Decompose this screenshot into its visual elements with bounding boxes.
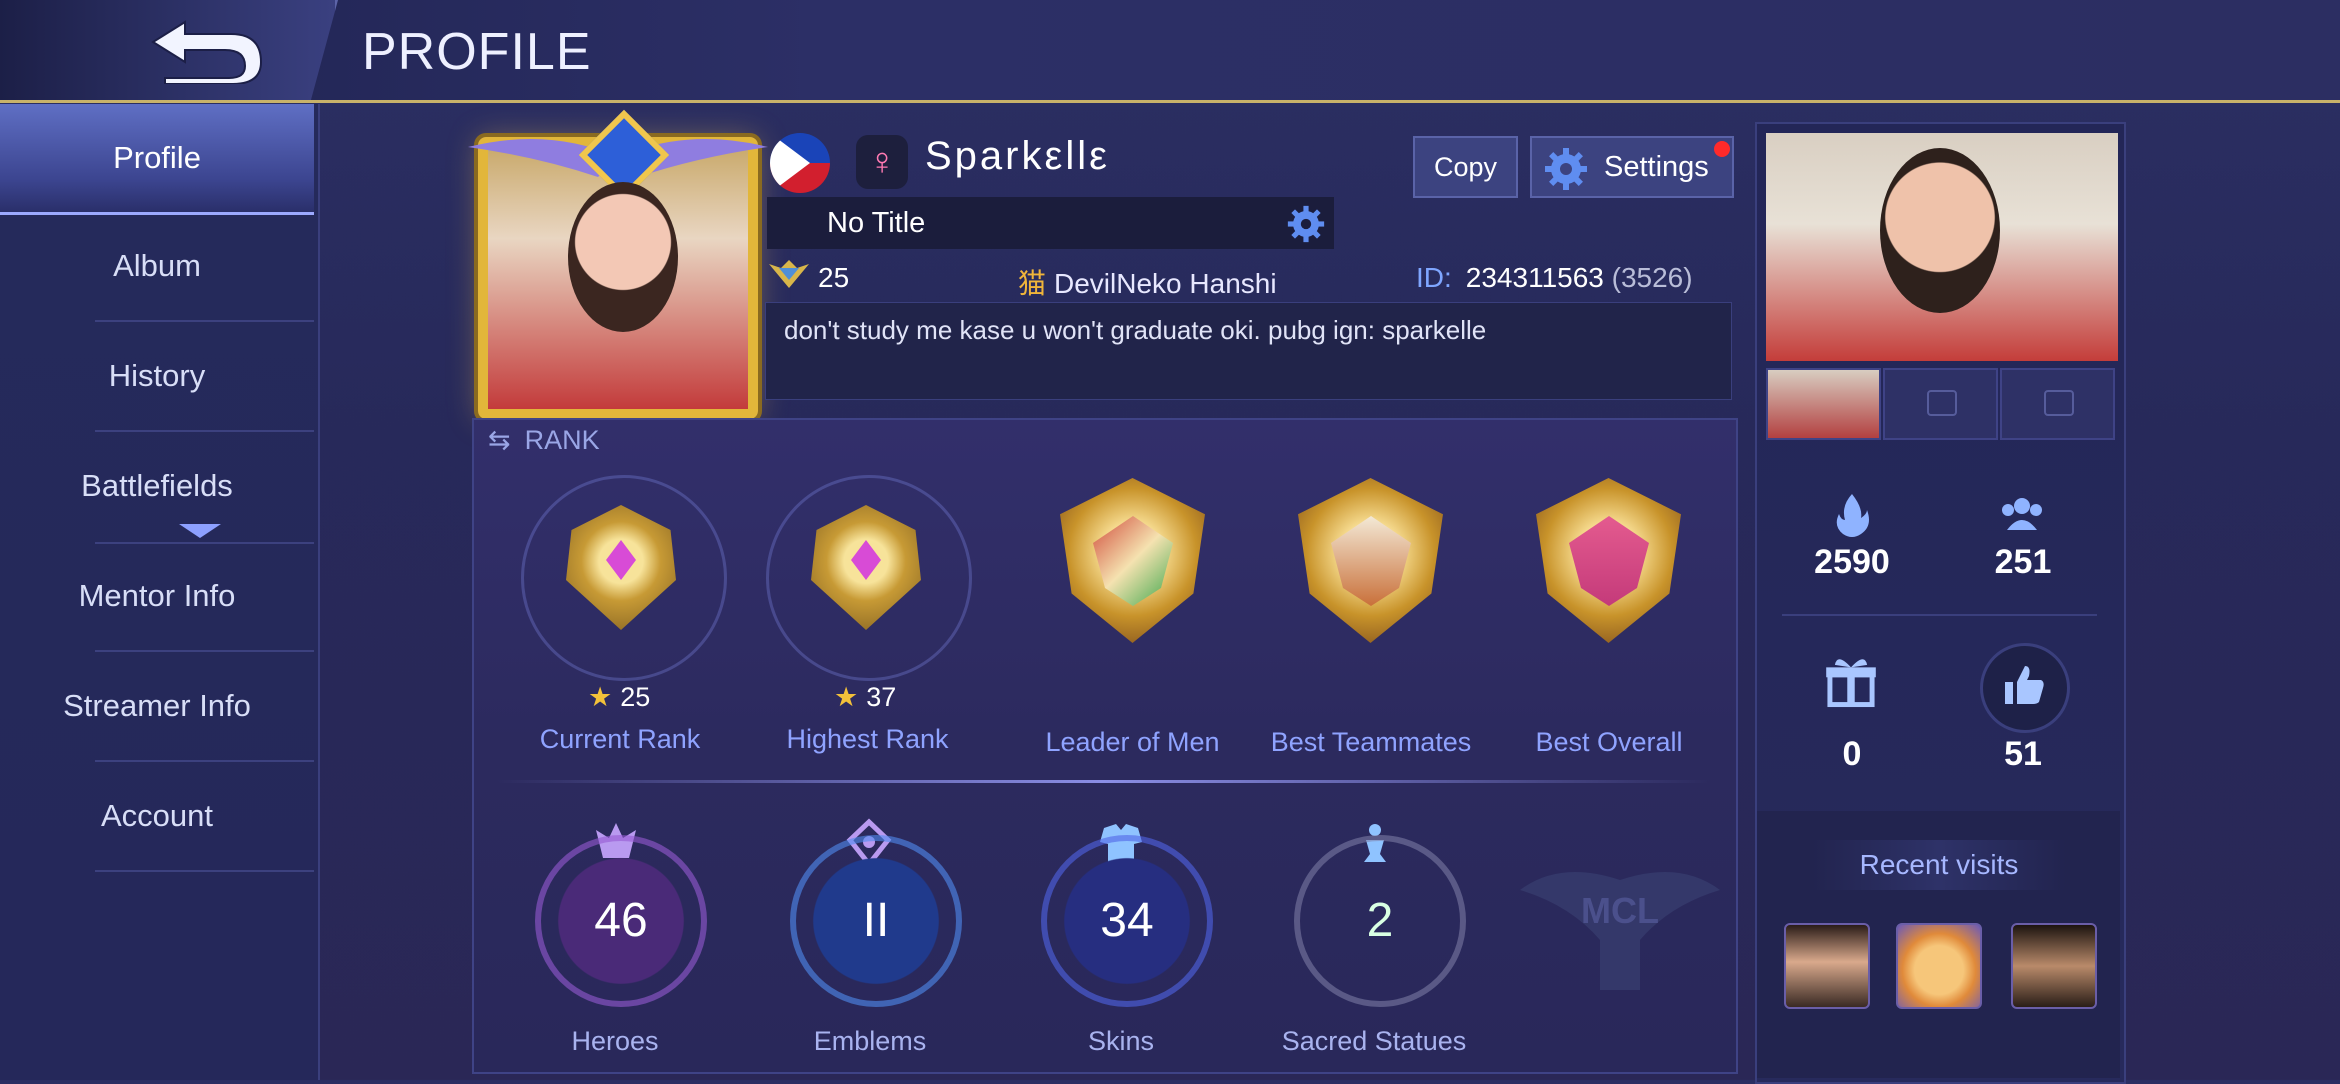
squad-tag: 猫 bbox=[1018, 268, 1047, 299]
star-icon: ★ bbox=[588, 682, 613, 712]
sacred-statues-caption: Sacred Statues bbox=[1281, 1026, 1467, 1056]
profile-photo-portrait bbox=[1880, 148, 2000, 313]
player-avatar[interactable] bbox=[468, 109, 768, 419]
copy-button[interactable]: Copy bbox=[1413, 136, 1518, 198]
page-title: PROFILE bbox=[362, 23, 592, 81]
notification-dot bbox=[1714, 141, 1730, 157]
swap-arrows-icon: ⇆ bbox=[488, 425, 511, 455]
likes-count: 51 bbox=[2004, 735, 2042, 773]
gear-icon bbox=[1545, 148, 1587, 190]
sidebar-item-history[interactable]: History bbox=[0, 322, 314, 430]
heroes-count: 46 bbox=[594, 894, 648, 947]
visitor-avatar[interactable] bbox=[1896, 923, 1982, 1009]
camera-icon bbox=[2044, 390, 2074, 416]
level-badge-icon bbox=[769, 260, 809, 288]
star-icon: ★ bbox=[834, 682, 859, 712]
country-flag-icon bbox=[770, 133, 830, 193]
best-teammates-badge[interactable] bbox=[1283, 478, 1458, 653]
emblems-count: II bbox=[862, 894, 890, 947]
panel-divider bbox=[1782, 614, 2097, 616]
sidebar-item-profile[interactable]: Profile bbox=[0, 104, 314, 215]
current-rank-caption: Current Rank bbox=[539, 724, 701, 754]
gift-icon[interactable] bbox=[1820, 650, 1882, 712]
player-name: Sparkεllε bbox=[925, 134, 1110, 178]
highest-rank-star-count: 37 bbox=[866, 682, 897, 712]
chevron-down-icon[interactable] bbox=[177, 522, 223, 540]
photo-thumbnail[interactable] bbox=[1766, 368, 1881, 440]
avatar-portrait bbox=[568, 182, 678, 332]
mcl-label: MCL bbox=[1581, 890, 1659, 931]
current-rank-medal[interactable] bbox=[521, 475, 727, 681]
best-overall-caption: Best Overall bbox=[1535, 727, 1683, 757]
sidebar-divider bbox=[95, 870, 314, 872]
best-teammates-caption: Best Teammates bbox=[1270, 727, 1472, 757]
sidebar-item-album[interactable]: Album bbox=[0, 212, 314, 320]
sacred-statues-stat[interactable]: 2 bbox=[1294, 835, 1466, 1007]
emblems-caption: Emblems bbox=[813, 1026, 927, 1056]
section-divider bbox=[494, 780, 1712, 783]
player-bio[interactable]: don't study me kase u won't graduate oki… bbox=[765, 302, 1732, 400]
server-zone: (3526) bbox=[1611, 262, 1693, 293]
player-title-field[interactable]: No Title bbox=[767, 197, 1334, 249]
player-id: 234311563 bbox=[1465, 262, 1604, 293]
player-title: No Title bbox=[827, 207, 926, 239]
heroes-caption: Heroes bbox=[571, 1026, 659, 1056]
skins-stat[interactable]: 34 bbox=[1041, 835, 1213, 1007]
player-level: 25 bbox=[818, 262, 850, 293]
rank-section-header[interactable]: ⇆ RANK bbox=[488, 425, 600, 456]
top-bar: PROFILE bbox=[0, 0, 2340, 103]
id-label: ID: bbox=[1416, 262, 1452, 293]
highest-rank-medal[interactable] bbox=[766, 475, 972, 681]
best-overall-badge[interactable] bbox=[1521, 478, 1696, 653]
sidebar-item-streamer-info[interactable]: Streamer Info bbox=[0, 652, 314, 760]
gear-icon[interactable] bbox=[1287, 205, 1325, 243]
gifts-count: 0 bbox=[1842, 735, 1862, 773]
visitor-avatar[interactable] bbox=[1784, 923, 1870, 1009]
popularity-count: 2590 bbox=[1814, 543, 1890, 581]
visitor-avatar[interactable] bbox=[2011, 923, 2097, 1009]
female-gender-icon: ♀ bbox=[856, 135, 908, 189]
settings-label: Settings bbox=[1604, 151, 1709, 183]
skins-caption: Skins bbox=[1087, 1026, 1155, 1056]
sidebar-item-account[interactable]: Account bbox=[0, 762, 314, 870]
back-button[interactable] bbox=[0, 0, 338, 100]
leader-of-men-badge[interactable] bbox=[1045, 478, 1220, 653]
sidebar-item-mentor-info[interactable]: Mentor Info bbox=[0, 542, 314, 650]
flame-icon bbox=[1836, 494, 1869, 537]
emblems-stat[interactable]: II bbox=[790, 835, 962, 1007]
skins-count: 34 bbox=[1100, 894, 1154, 947]
sidebar-item-battlefields[interactable]: Battlefields bbox=[0, 432, 314, 540]
mcl-emblem[interactable]: MCL bbox=[1520, 850, 1720, 1010]
sacred-statues-count: 2 bbox=[1366, 894, 1394, 947]
settings-button[interactable]: Settings bbox=[1530, 136, 1734, 198]
camera-icon bbox=[1927, 390, 1957, 416]
squad-name: DevilNeko Hanshi bbox=[1054, 268, 1277, 299]
recent-visits-title: Recent visits bbox=[1812, 840, 2066, 890]
current-rank-stars: ★ 25 bbox=[588, 682, 650, 713]
leader-of-men-caption: Leader of Men bbox=[1045, 727, 1220, 757]
rank-section-label: RANK bbox=[524, 425, 600, 455]
like-button[interactable] bbox=[1980, 643, 2070, 733]
player-id-line: ID: 234311563 (3526) bbox=[1416, 262, 1693, 294]
highest-rank-stars: ★ 37 bbox=[834, 682, 896, 713]
thumbs-up-icon bbox=[2005, 666, 2044, 704]
back-arrow-icon bbox=[151, 20, 263, 84]
followers-icon bbox=[2002, 498, 2042, 530]
photo-slot-empty[interactable] bbox=[1883, 368, 1998, 440]
highest-rank-caption: Highest Rank bbox=[786, 724, 949, 754]
followers-count[interactable]: 251 bbox=[1963, 543, 2083, 582]
squad-info[interactable]: 猫 DevilNeko Hanshi bbox=[1018, 262, 1277, 302]
heroes-stat[interactable]: 46 bbox=[535, 835, 707, 1007]
photo-slot-empty[interactable] bbox=[2000, 368, 2115, 440]
current-rank-star-count: 25 bbox=[620, 682, 651, 712]
